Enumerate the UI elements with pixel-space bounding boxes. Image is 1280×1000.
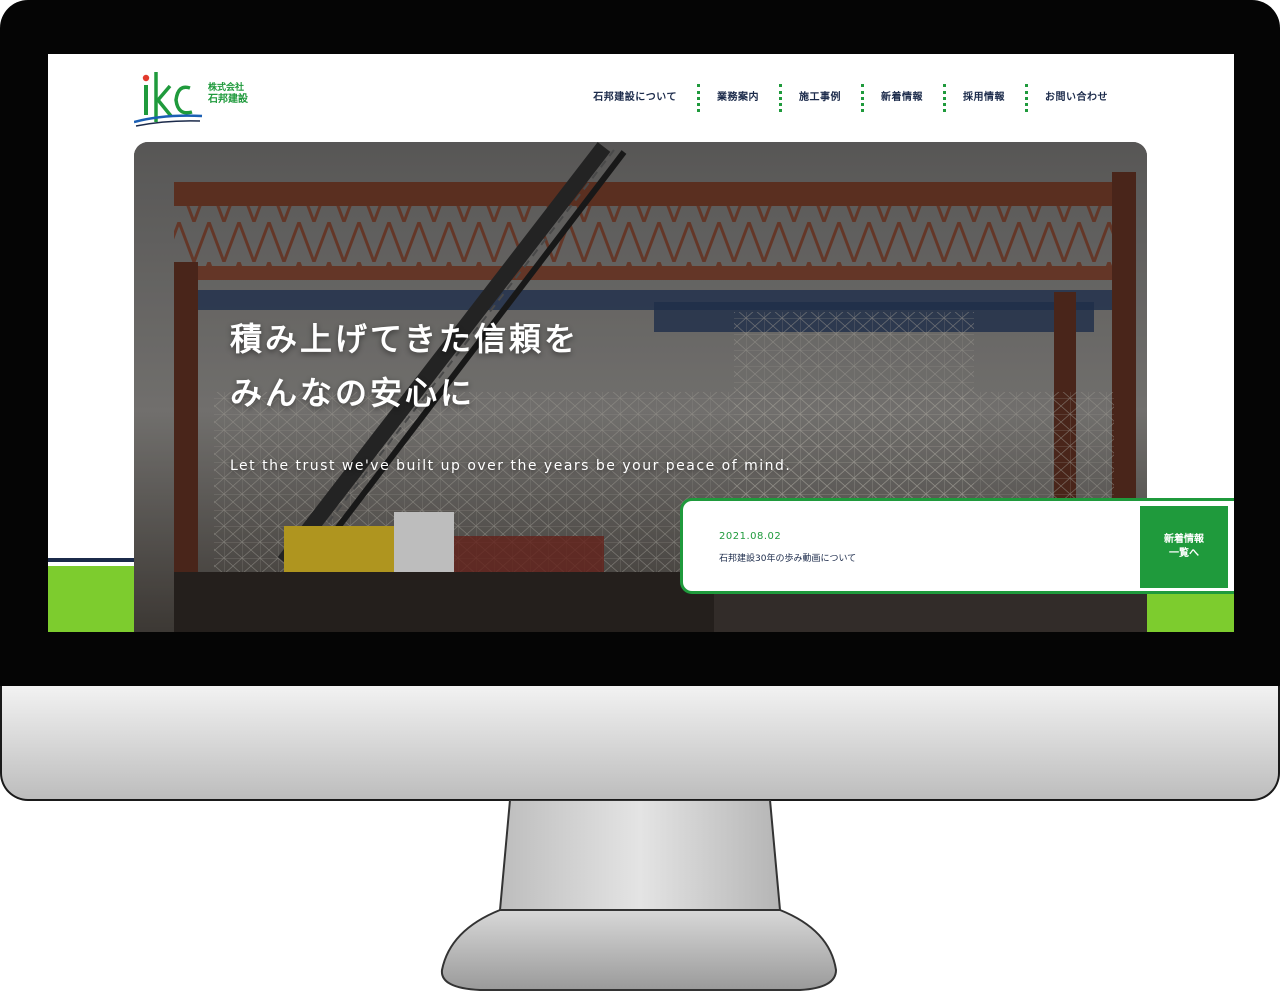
news-date: 2021.08.02: [719, 531, 782, 542]
website-screen: 株式会社 石邦建設 石邦建設について 業務案内 施工事例 新着情報 採用情報 お…: [48, 54, 1234, 632]
news-button-line2: 一覧へ: [1169, 548, 1199, 559]
main-navigation: 石邦建設について 業務案内 施工事例 新着情報 採用情報 お問い合わせ: [573, 84, 1128, 112]
latest-news-card[interactable]: 2021.08.02 石邦建設30年の歩み動画について 新着情報 一覧へ: [680, 498, 1234, 594]
monitor-chin: [0, 686, 1280, 801]
hero-title-line2: みんなの安心に: [230, 374, 476, 412]
news-button-line1: 新着情報: [1164, 534, 1204, 545]
nav-recruit[interactable]: 採用情報: [943, 84, 1025, 112]
hero-title-line1: 積み上げてきた信頼を: [230, 320, 580, 358]
news-list-button[interactable]: 新着情報 一覧へ: [1140, 506, 1228, 588]
hero-title: 積み上げてきた信頼を みんなの安心に: [230, 312, 579, 420]
company-logo[interactable]: 株式会社 石邦建設: [134, 66, 274, 130]
company-name: 株式会社 石邦建設: [208, 83, 248, 105]
nav-contact[interactable]: お問い合わせ: [1025, 84, 1128, 112]
monitor-stand: [0, 800, 1280, 1000]
nav-about[interactable]: 石邦建設について: [573, 84, 697, 112]
company-prefix: 株式会社: [208, 83, 245, 93]
nav-services[interactable]: 業務案内: [697, 84, 779, 112]
nav-news[interactable]: 新着情報: [861, 84, 943, 112]
news-title-link[interactable]: 石邦建設30年の歩み動画について: [719, 551, 856, 564]
hero-subtitle: Let the trust we've built up over the ye…: [230, 458, 792, 474]
ikc-logo-icon: [134, 72, 203, 127]
nav-works[interactable]: 施工事例: [779, 84, 861, 112]
company-name-text: 石邦建設: [208, 93, 248, 105]
